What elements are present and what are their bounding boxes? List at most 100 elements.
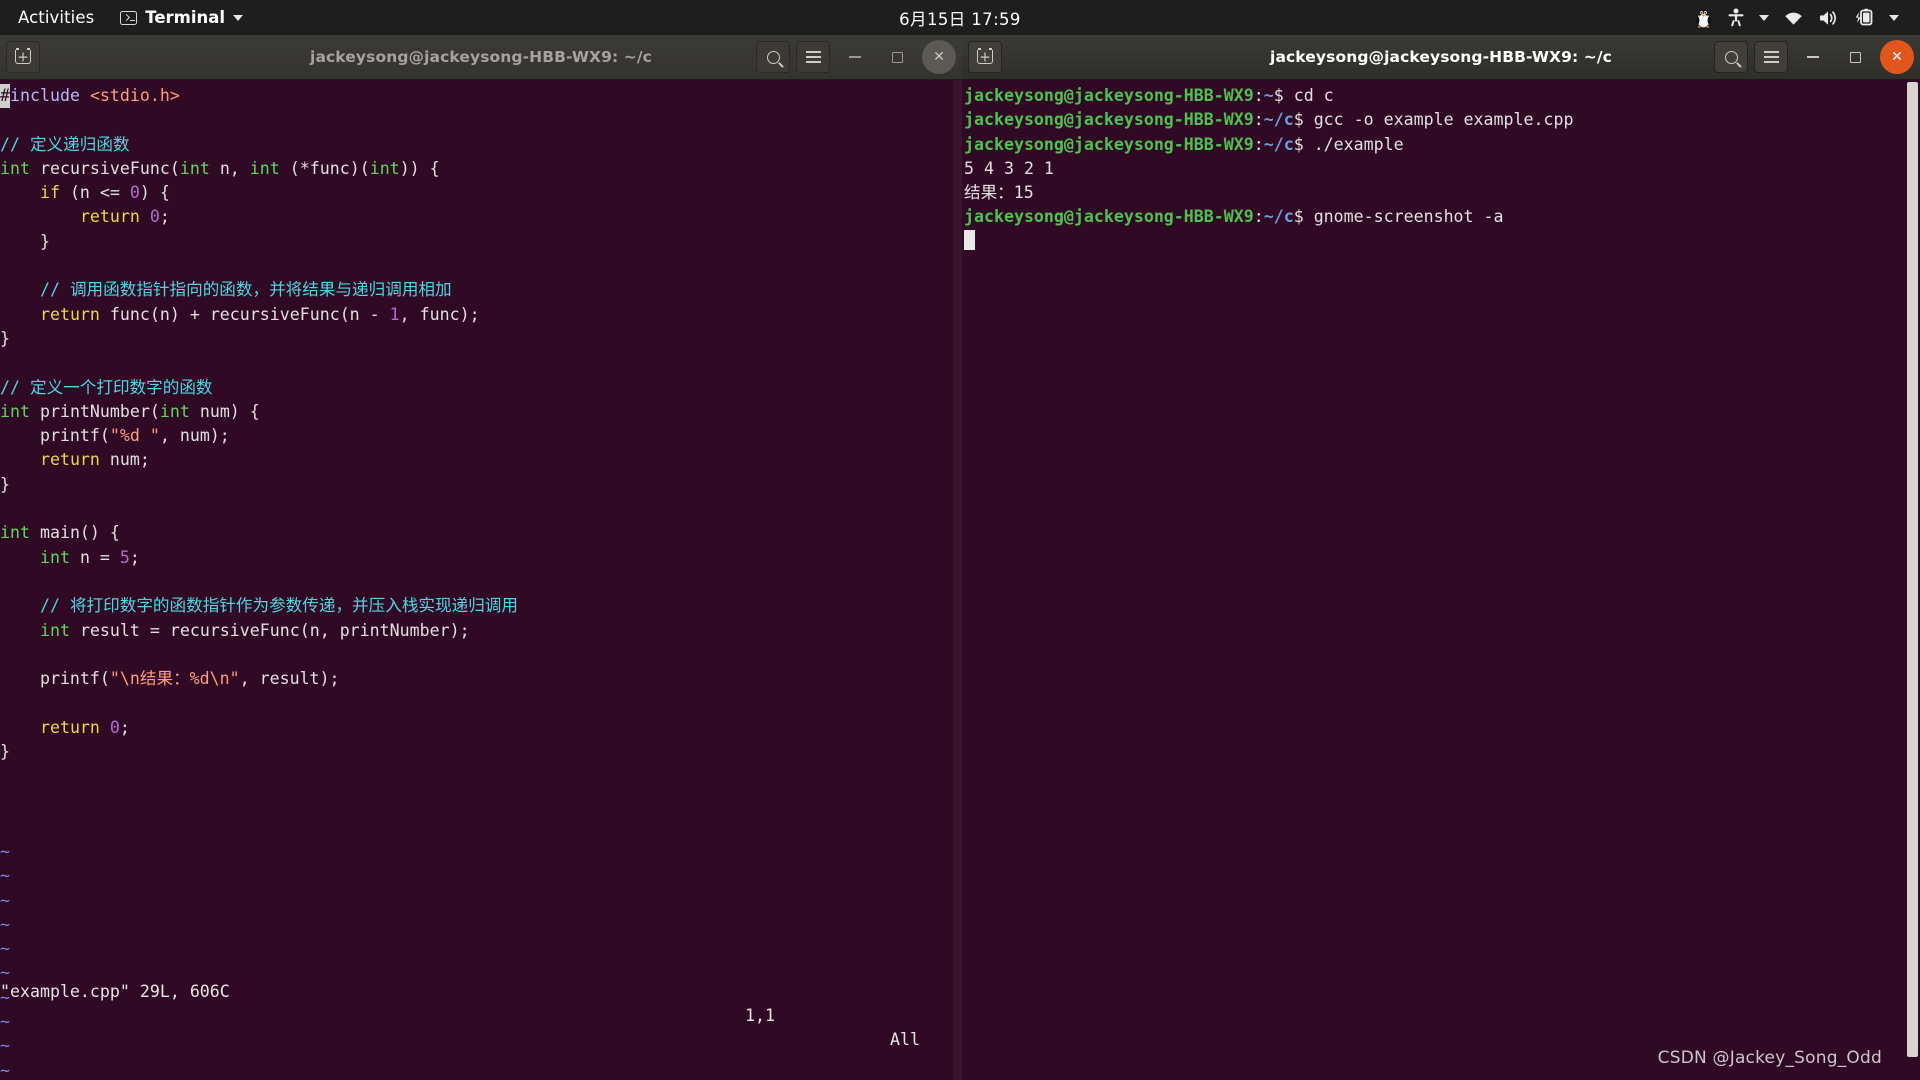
vim-line: }: [0, 473, 518, 497]
vim-token: int: [39, 547, 70, 567]
shell-line: jackeysong@jackeysong-HBB-WX9:~/c$ ./exa…: [964, 133, 1573, 157]
vim-token: ;: [119, 717, 130, 737]
scrollbar-left[interactable]: [953, 80, 962, 1080]
activities-button[interactable]: Activities: [0, 0, 108, 35]
battery-charging-icon[interactable]: [1846, 0, 1882, 35]
vim-token: int: [369, 158, 400, 178]
shell-command: gcc -o example example.cpp: [1303, 110, 1574, 130]
titlebar-controls-right: ✕: [1714, 35, 1914, 79]
titlebar-left[interactable]: + jackeysong@jackeysong-HBB-WX9: ~/c ✕: [0, 35, 962, 80]
vim-line: }: [0, 740, 518, 764]
vim-token: }: [0, 742, 10, 762]
shell-command: ./example: [1303, 134, 1404, 154]
vim-line: [0, 643, 518, 667]
accessibility-dropdown-icon[interactable]: [1752, 0, 1776, 35]
vim-line: return 0;: [0, 716, 518, 740]
minimize-button-left[interactable]: [838, 40, 872, 74]
vim-token: int: [159, 401, 190, 421]
shell-pane[interactable]: jackeysong@jackeysong-HBB-WX9:~$ cd c jac…: [962, 80, 1920, 1080]
search-button-right[interactable]: [1714, 41, 1748, 73]
chevron-down-icon: [233, 14, 244, 21]
terminal-window-right[interactable]: + jackeysong@jackeysong-HBB-WX9: ~/c ✕ j…: [962, 35, 1920, 1080]
vim-token: 0: [129, 183, 140, 203]
vim-token: include: [10, 86, 90, 105]
vim-token: // 调用函数指针指向的函数，并将结果与递归调用相加: [39, 280, 452, 300]
titlebar-right[interactable]: + jackeysong@jackeysong-HBB-WX9: ~/c ✕: [962, 35, 1920, 80]
vim-token: printf(: [0, 669, 110, 689]
vim-line: if (n <= 0) {: [0, 181, 518, 205]
shell-text-area: jackeysong@jackeysong-HBB-WX9:~$ cd c jac…: [964, 84, 1573, 254]
vim-token: int: [249, 158, 280, 178]
new-tab-button-left[interactable]: +: [6, 41, 40, 73]
vim-token: result = recursiveFunc(n, printNumber);: [69, 620, 470, 640]
shell-line: 结果：15: [964, 181, 1573, 205]
vim-token: n,: [209, 158, 250, 178]
shell-path: ~: [1263, 86, 1274, 105]
scrollbar-right[interactable]: [1907, 82, 1918, 1057]
new-tab-button-right[interactable]: +: [968, 41, 1002, 73]
maximize-button-right[interactable]: [1838, 40, 1872, 74]
vim-line: [0, 570, 518, 594]
vim-line: int recursiveFunc(int n, int (*func)(int…: [0, 157, 518, 181]
shell-command: cd c: [1283, 86, 1334, 105]
shell-path: ~/c: [1263, 134, 1294, 154]
shell-line: [964, 229, 1573, 254]
hamburger-menu-button-left[interactable]: [796, 41, 830, 73]
shell-line: 5 4 3 2 1: [964, 157, 1573, 181]
vim-token: int: [0, 523, 30, 543]
accessibility-icon[interactable]: [1720, 0, 1752, 35]
minimize-button-right[interactable]: [1796, 40, 1830, 74]
close-icon: ✕: [933, 49, 945, 65]
shell-user-host: jackeysong@jackeysong-HBB-WX9: [964, 86, 1254, 105]
search-icon: [1724, 50, 1738, 64]
vim-token: int: [0, 158, 30, 178]
vim-line: return num;: [0, 448, 518, 472]
shell-prompt-symbol: $: [1293, 207, 1304, 227]
terminal-icon: [120, 10, 138, 25]
vim-status-file: "example.cpp" 29L, 606C: [0, 981, 230, 1001]
shell-command: gnome-screenshot -a: [1303, 207, 1504, 227]
close-button-right[interactable]: ✕: [1880, 40, 1914, 74]
maximize-button-left[interactable]: [880, 40, 914, 74]
vim-token: printf(: [0, 426, 110, 446]
hamburger-menu-button-right[interactable]: [1754, 41, 1788, 73]
clock-label: 6月15日 17:59: [899, 9, 1021, 29]
clock-button[interactable]: 6月15日 17:59: [0, 0, 1920, 35]
vim-line: [0, 254, 518, 278]
vim-token: 0: [149, 207, 160, 227]
terminal-window-left[interactable]: + jackeysong@jackeysong-HBB-WX9: ~/c ✕ #…: [0, 35, 962, 1080]
watermark-label: CSDN @Jackey_Song_Odd: [1657, 1048, 1882, 1068]
vim-line: // 定义一个打印数字的函数: [0, 376, 518, 400]
vim-token: // 定义一个打印数字的函数: [0, 377, 213, 397]
vim-token: <stdio.h>: [89, 86, 180, 105]
vim-line: // 定义递归函数: [0, 133, 518, 157]
vim-token: (n <=: [59, 183, 130, 203]
vim-line: int result = recursiveFunc(n, printNumbe…: [0, 619, 518, 643]
volume-icon[interactable]: [1811, 0, 1846, 35]
vim-line: printf("%d ", num);: [0, 424, 518, 448]
vim-token: recursiveFunc(: [29, 158, 180, 178]
vim-line: [0, 497, 518, 521]
menu-icon: [805, 51, 821, 63]
vim-tilde-marker: ~: [0, 914, 10, 934]
system-menu-dropdown-icon[interactable]: [1882, 0, 1906, 35]
activities-label: Activities: [18, 8, 95, 27]
search-button-left[interactable]: [756, 41, 790, 73]
titlebar-controls-left: ✕: [756, 35, 956, 79]
close-button-left[interactable]: ✕: [922, 40, 956, 74]
wifi-icon[interactable]: [1776, 0, 1811, 35]
tux-penguin-icon[interactable]: [1687, 0, 1720, 35]
vim-editor-pane[interactable]: #include <stdio.h> // 定义递归函数 int recursiv…: [0, 80, 962, 1080]
vim-token: }: [0, 328, 10, 348]
vim-token: [0, 621, 40, 640]
vim-token: )) {: [399, 158, 440, 178]
vim-token: n =: [69, 547, 120, 567]
vim-tilde-marker: ~: [0, 842, 10, 861]
vim-token: printNumber(: [29, 401, 160, 421]
vim-token: , result);: [239, 669, 340, 689]
shell-user-host: jackeysong@jackeysong-HBB-WX9: [964, 134, 1254, 154]
vim-token: }: [0, 231, 50, 251]
vim-token: [0, 450, 40, 469]
vim-token: func(n) + recursiveFunc(n -: [99, 304, 390, 324]
app-menu-button[interactable]: Terminal: [108, 0, 255, 35]
